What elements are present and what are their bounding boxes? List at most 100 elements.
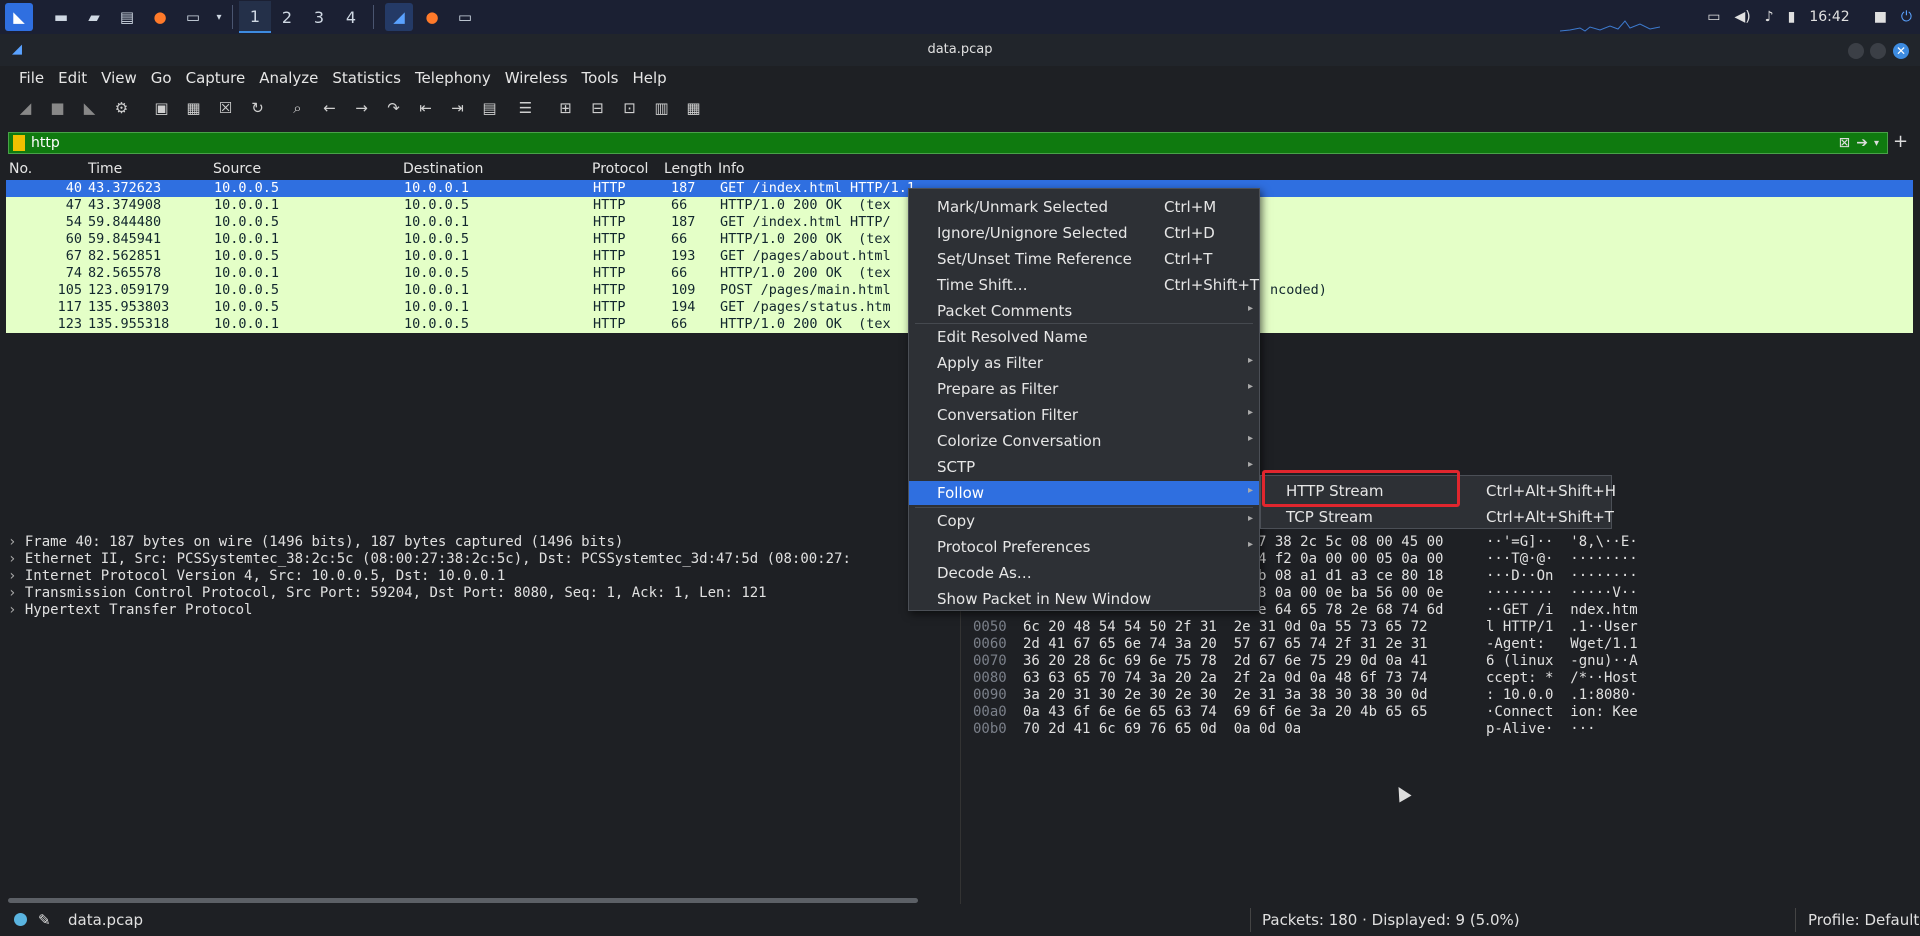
autoscroll-icon[interactable]: ▤ (476, 95, 503, 122)
hex-bytes[interactable]: 4 f2 0a 00 00 05 0a 00 (1258, 551, 1443, 568)
menu-analyze[interactable]: Analyze (252, 69, 325, 87)
menu-tools[interactable]: Tools (575, 69, 626, 87)
start-capture-icon[interactable]: ◢ (12, 95, 39, 122)
power-icon[interactable]: ⏻ (1901, 9, 1912, 25)
go-back-icon[interactable]: ← (316, 95, 343, 122)
battery-icon[interactable]: ▮ (1788, 9, 1796, 25)
ctx-item-protocol-preferences[interactable]: Protocol Preferences ▸ (909, 535, 1259, 559)
hex-ascii[interactable]: p-Alive· ··· (1486, 721, 1596, 738)
workspace-4[interactable]: 4 (335, 1, 367, 33)
hex-bytes[interactable]: 63 63 65 70 74 3a 20 2a 2f 2a 0d 0a 48 6… (1023, 670, 1428, 687)
filter-dropdown-icon[interactable]: ▾ (1874, 138, 1879, 149)
display-filter-input[interactable] (25, 135, 1839, 151)
menu-file[interactable]: File (12, 69, 51, 87)
ctx-item-time-shift[interactable]: Time Shift… Ctrl+Shift+T (909, 273, 1259, 297)
minimize-button[interactable] (1848, 43, 1864, 59)
terminal-icon[interactable]: ▭ (179, 3, 207, 31)
close-button[interactable]: ✕ (1893, 43, 1909, 59)
expert-info-icon[interactable] (14, 913, 27, 926)
ctx-item-ignore-unignore-selected[interactable]: Ignore/Unignore Selected Ctrl+D (909, 221, 1259, 245)
hex-ascii[interactable]: ···T@·@· ········ (1486, 551, 1638, 568)
ctx-item-set-unset-time-reference[interactable]: Set/Unset Time Reference Ctrl+T (909, 247, 1259, 271)
hex-bytes[interactable]: 36 20 28 6c 69 6e 75 78 2d 67 6e 75 29 0… (1023, 653, 1428, 670)
resize-columns-icon[interactable]: ▥ (648, 95, 675, 122)
zoom-in-icon[interactable]: ⊞ (552, 95, 579, 122)
menu-statistics[interactable]: Statistics (325, 69, 408, 87)
reload-file-icon[interactable]: ↻ (244, 95, 271, 122)
tree-item-frame[interactable]: › Frame 40: 187 bytes on wire (1496 bits… (8, 534, 958, 551)
ctx-item-colorize-conversation[interactable]: Colorize Conversation ▸ (909, 429, 1259, 453)
hex-ascii[interactable]: 6 (linux -gnu)··A (1486, 653, 1638, 670)
col-time[interactable]: Time (88, 161, 122, 177)
ctx-item-packet-comments[interactable]: Packet Comments ▸ (909, 299, 1259, 323)
col-source[interactable]: Source (213, 161, 261, 177)
apply-filter-icon[interactable]: ➔ (1856, 135, 1868, 151)
zoom-out-icon[interactable]: ⊟ (584, 95, 611, 122)
go-to-packet-icon[interactable]: ↷ (380, 95, 407, 122)
notification-bell-icon[interactable]: ♪ (1765, 9, 1774, 25)
maximize-button[interactable] (1870, 43, 1886, 59)
ctx-item-conversation-filter[interactable]: Conversation Filter ▸ (909, 403, 1259, 427)
firefox-icon[interactable]: ● (146, 3, 174, 31)
hex-ascii[interactable]: ···D··On ········ (1486, 568, 1638, 585)
hex-bytes[interactable]: 70 2d 41 6c 69 76 65 0d 0a 0d 0a (1023, 721, 1301, 738)
hex-ascii[interactable]: ·Connect ion: Kee (1486, 704, 1638, 721)
bookmark-icon[interactable] (13, 135, 25, 151)
menu-telephony[interactable]: Telephony (408, 69, 498, 87)
ctx-item-prepare-as-filter[interactable]: Prepare as Filter ▸ (909, 377, 1259, 401)
hex-ascii[interactable]: ccept: * /*··Host (1486, 670, 1638, 687)
ctx-item-mark-unmark-selected[interactable]: Mark/Unmark Selected Ctrl+M (909, 195, 1259, 219)
open-file-icon[interactable]: ▣ (148, 95, 175, 122)
expand-subtrees-icon[interactable]: ▦ (680, 95, 707, 122)
firefox-task-icon[interactable]: ● (418, 3, 446, 31)
menu-wireless[interactable]: Wireless (498, 69, 575, 87)
ctx-item-decode-as[interactable]: Decode As… (909, 561, 1259, 585)
display-icon[interactable]: ▭ (1707, 9, 1720, 25)
tree-item-ethernet[interactable]: › Ethernet II, Src: PCSSystemtec_38:2c:5… (8, 551, 958, 568)
menu-edit[interactable]: Edit (51, 69, 94, 87)
hex-ascii[interactable]: -Agent: Wget/1.1 (1486, 636, 1638, 653)
kali-menu-icon[interactable]: ◣ (5, 3, 33, 31)
col-protocol[interactable]: Protocol (592, 161, 648, 177)
workspace-1[interactable]: 1 (239, 1, 271, 33)
ctx-item-edit-resolved-name[interactable]: Edit Resolved Name (909, 325, 1259, 349)
clock[interactable]: 16:42 (1809, 9, 1849, 25)
workspace-2[interactable]: 2 (271, 1, 303, 33)
colorize-icon[interactable]: ☰ (512, 95, 539, 122)
col-no[interactable]: No. (9, 161, 32, 177)
hex-bytes[interactable]: 6c 20 48 54 54 50 2f 31 2e 31 0d 0a 55 7… (1023, 619, 1428, 636)
hex-bytes[interactable]: 3a 20 31 30 2e 30 2e 30 2e 31 3a 38 30 3… (1023, 687, 1428, 704)
menu-help[interactable]: Help (625, 69, 673, 87)
add-filter-button-icon[interactable]: + (1893, 131, 1908, 152)
files-icon[interactable]: ▰ (80, 3, 108, 31)
restart-capture-icon[interactable]: ◣ (76, 95, 103, 122)
hex-bytes[interactable]: b 08 a1 d1 a3 ce 80 18 (1258, 568, 1443, 585)
hex-bytes[interactable]: e 64 65 78 2e 68 74 6d (1258, 602, 1443, 619)
status-profile[interactable]: Profile: Default (1808, 911, 1919, 929)
col-destination[interactable]: Destination (403, 161, 483, 177)
follow-tcp-stream-item[interactable]: TCP Stream Ctrl+Alt+Shift+T (1261, 505, 1614, 529)
hex-bytes[interactable]: 7 38 2c 5c 08 00 45 00 (1258, 534, 1443, 551)
hex-ascii[interactable]: l HTTP/1 .1··User (1486, 619, 1638, 636)
hex-bytes[interactable]: 8 0a 00 0e ba 56 00 0e (1258, 585, 1443, 602)
menu-capture[interactable]: Capture (179, 69, 253, 87)
hex-ascii[interactable]: ··'=G]·· '8,\··E· (1486, 534, 1638, 551)
tree-item-http[interactable]: › Hypertext Transfer Protocol (8, 602, 958, 619)
details-horizontal-scrollbar[interactable] (8, 898, 918, 903)
go-last-packet-icon[interactable]: ⇥ (444, 95, 471, 122)
clear-filter-icon[interactable]: ⊠ (1839, 135, 1851, 151)
terminal-task-icon[interactable]: ▭ (451, 3, 479, 31)
go-forward-icon[interactable]: → (348, 95, 375, 122)
ctx-item-copy[interactable]: Copy ▸ (909, 509, 1259, 533)
menu-view[interactable]: View (94, 69, 144, 87)
ctx-item-show-packet-in-new-window[interactable]: Show Packet in New Window (909, 587, 1259, 611)
desktop-icon[interactable]: ▬ (47, 3, 75, 31)
hex-bytes[interactable]: 2d 41 67 65 6e 74 3a 20 57 67 65 74 2f 3… (1023, 636, 1428, 653)
col-length[interactable]: Length (664, 161, 712, 177)
normal-size-icon[interactable]: ⊡ (616, 95, 643, 122)
close-file-icon[interactable]: ☒ (212, 95, 239, 122)
lock-icon[interactable]: ■ (1874, 9, 1887, 25)
ctx-item-follow[interactable]: Follow ▸ (909, 481, 1259, 505)
go-first-packet-icon[interactable]: ⇤ (412, 95, 439, 122)
ctx-item-apply-as-filter[interactable]: Apply as Filter ▸ (909, 351, 1259, 375)
